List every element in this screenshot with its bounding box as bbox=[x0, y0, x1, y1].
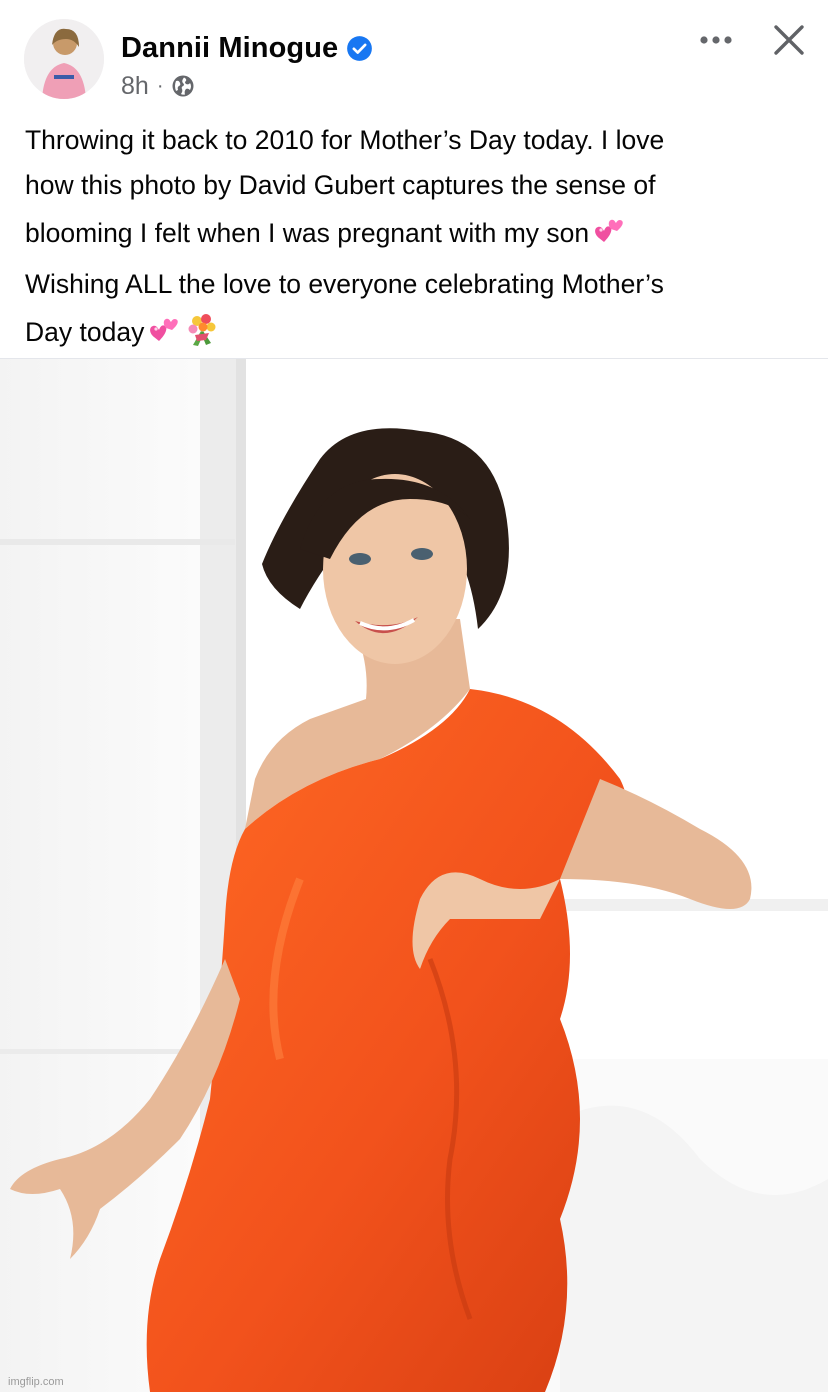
post-header: Dannii Minogue 8h · bbox=[0, 0, 828, 110]
post-timestamp[interactable]: 8h bbox=[121, 72, 149, 101]
post-meta: 8h · bbox=[121, 70, 195, 102]
photo-illustration bbox=[0, 359, 828, 1392]
caption-line: Throwing it back to 2010 for Mother’s Da… bbox=[25, 125, 665, 155]
caption-line: Day today bbox=[25, 317, 145, 347]
two-hearts-icon bbox=[148, 315, 182, 361]
caption-line: how this photo by David Gubert captures … bbox=[25, 170, 656, 200]
more-options-button[interactable] bbox=[694, 22, 738, 58]
watermark-text: imgflip.com bbox=[8, 1376, 64, 1388]
author-avatar[interactable] bbox=[24, 19, 104, 99]
meta-separator: · bbox=[156, 74, 164, 97]
post-caption: Throwing it back to 2010 for Mother’s Da… bbox=[25, 118, 805, 361]
post-photo[interactable] bbox=[0, 359, 828, 1392]
globe-icon[interactable] bbox=[171, 74, 195, 98]
bouquet-icon bbox=[184, 311, 220, 361]
close-icon bbox=[774, 25, 804, 55]
more-options-icon bbox=[700, 36, 732, 44]
close-button[interactable] bbox=[766, 18, 812, 62]
two-hearts-icon bbox=[593, 216, 627, 262]
caption-line: Wishing ALL the love to everyone celebra… bbox=[25, 269, 664, 299]
caption-line-with-emoji: blooming I felt when I was pregnant with… bbox=[25, 211, 805, 262]
avatar-image bbox=[24, 19, 104, 99]
verified-badge-icon bbox=[346, 35, 373, 62]
caption-line: blooming I felt when I was pregnant with… bbox=[25, 218, 590, 248]
caption-line-with-emoji: Day today bbox=[25, 310, 805, 361]
author-name[interactable]: Dannii Minogue bbox=[121, 32, 338, 65]
author-row: Dannii Minogue bbox=[121, 28, 373, 68]
